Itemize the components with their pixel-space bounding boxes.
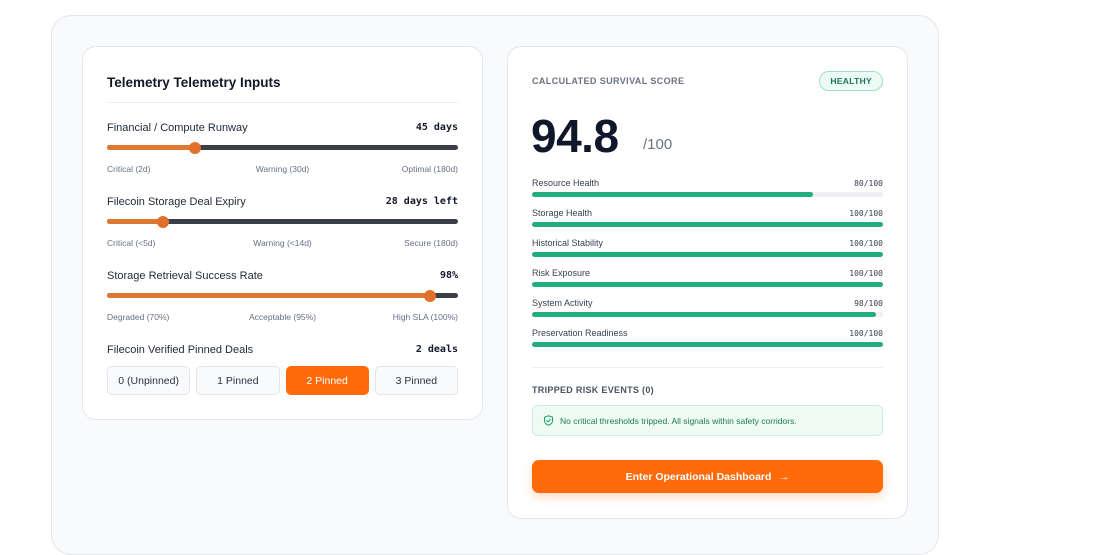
retrieval-rate-slider[interactable] [107,289,458,302]
metric-value: 100/100 [849,269,883,278]
pinned-deals-control: Filecoin Verified Pinned Deals 2 deals [107,344,458,360]
retrieval-rate-label: Storage Retrieval Success Rate [107,270,263,282]
metric-value: 100/100 [849,239,883,248]
metric-bar [532,282,883,287]
metric-risk-exposure: Risk Exposure 100/100 [532,268,883,292]
survival-score-value: 94.8 [531,110,619,162]
metric-bar-fill [532,252,883,257]
enter-dashboard-button[interactable]: Enter Operational Dashboard → [532,460,883,493]
status-badge: HEALTHY [819,71,883,91]
deal-expiry-tick-warning: Warning (<14d) [253,238,312,248]
survival-score-max: /100 [643,136,673,153]
runway-tick-warning: Warning (30d) [255,164,310,174]
pinned-deals-value: 2 deals [415,344,458,355]
divider [107,102,458,103]
metric-bar-fill [532,282,883,287]
metric-bar-fill [532,192,813,197]
metric-value: 98/100 [854,299,883,308]
deal-expiry-tick-critical: Critical (<5d) [107,238,156,248]
retrieval-rate-control: Storage Retrieval Success Rate 98% Degra… [107,270,458,322]
metric-storage-health: Storage Health 100/100 [532,208,883,232]
pinned-option-0-button[interactable]: 0 (Unpinned) [107,366,191,395]
runway-slider-thumb[interactable] [188,141,201,154]
survival-score-label: CALCULATED SURVIVAL SCORE [532,76,685,86]
runway-slider[interactable] [107,141,458,154]
metric-bar-fill [532,312,876,317]
metric-label: Preservation Readiness [532,328,628,338]
deal-expiry-control: Filecoin Storage Deal Expiry 28 days lef… [107,196,458,248]
retrieval-rate-slider-thumb[interactable] [423,289,436,302]
metric-value: 80/100 [854,179,883,188]
retrieval-rate-tick-degraded: Degraded (70%) [107,312,170,322]
shield-check-icon [543,415,554,426]
metric-value: 100/100 [849,209,883,218]
metric-label: Historical Stability [532,238,604,248]
metric-bar [532,222,883,227]
runway-label: Financial / Compute Runway [107,122,248,134]
runway-tick-optimal: Optimal (180d) [401,164,458,174]
deal-expiry-slider-thumb[interactable] [157,215,170,228]
survival-score-card: CALCULATED SURVIVAL SCORE HEALTHY 94.8 /… [507,46,908,519]
runway-slider-fill [107,145,195,150]
metric-value: 100/100 [849,329,883,338]
retrieval-rate-tick-high-sla: High SLA (100%) [392,312,458,322]
metric-label: Storage Health [532,208,593,218]
risk-events-title: TRIPPED RISK EVENTS (0) [532,385,654,395]
deal-expiry-tick-secure: Secure (180d) [404,238,458,248]
metric-resource-health: Resource Health 80/100 [532,178,883,202]
runway-control: Financial / Compute Runway 45 days Criti… [107,122,458,174]
pinned-option-1-button[interactable]: 1 Pinned [196,366,280,395]
deal-expiry-slider[interactable] [107,215,458,228]
metric-bar [532,192,883,197]
metric-historical-stability: Historical Stability 100/100 [532,238,883,262]
metric-label: Resource Health [532,178,600,188]
retrieval-rate-value: 98% [439,270,458,281]
deal-expiry-value: 28 days left [385,196,458,207]
metric-preservation-readiness: Preservation Readiness 100/100 [532,328,883,352]
metric-label: System Activity [532,298,593,308]
metric-bar [532,342,883,347]
runway-tick-critical: Critical (2d) [107,164,151,174]
pinned-option-2-button[interactable]: 2 Pinned [285,366,369,395]
metric-label: Risk Exposure [532,268,591,278]
metric-system-activity: System Activity 98/100 [532,298,883,322]
risk-status-message: No critical thresholds tripped. All sign… [532,405,883,436]
divider [532,367,883,368]
deal-expiry-label: Filecoin Storage Deal Expiry [107,196,246,208]
enter-dashboard-label: Enter Operational Dashboard [625,470,772,483]
arrow-right-icon: → [778,470,790,483]
metric-bar [532,252,883,257]
metric-bar-fill [532,222,883,227]
telemetry-inputs-title: Telemetry Telemetry Inputs [107,75,281,90]
pinned-deals-selector: 0 (Unpinned) 1 Pinned 2 Pinned 3 Pinned [107,366,458,395]
metric-bar [532,312,883,317]
risk-message-text: No critical thresholds tripped. All sign… [560,415,797,426]
metric-bar-fill [532,342,883,347]
runway-value: 45 days [415,122,458,133]
pinned-deals-label: Filecoin Verified Pinned Deals [107,344,254,356]
retrieval-rate-slider-fill [107,293,430,298]
telemetry-inputs-card: Telemetry Telemetry Inputs Financial / C… [82,46,483,420]
pinned-option-3-button[interactable]: 3 Pinned [374,366,458,395]
deal-expiry-slider-fill [107,219,164,224]
retrieval-rate-tick-acceptable: Acceptable (95%) [248,312,317,322]
